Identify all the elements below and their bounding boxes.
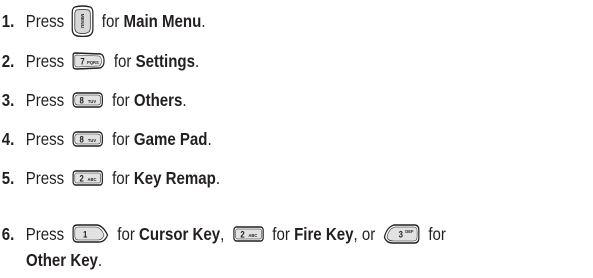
target-key-remap: Key Remap [133,168,216,188]
svg-text:2: 2 [80,173,85,184]
target-game-pad: Game Pad [133,129,208,149]
svg-text:TUV: TUV [88,138,96,143]
for-text: for [117,224,135,244]
for-text: for [428,224,446,244]
menu-key-label: MENU [80,14,85,29]
target-fire-key: Fire Key [294,224,354,244]
period: . [215,168,221,188]
period: . [182,90,187,110]
for-text: for [112,90,130,110]
for-text: for [101,11,120,32]
menu-key-icon: MENU [72,5,94,37]
svg-text:ABC: ABC [88,177,98,182]
instruction-list: 1. Press MENU for Main Menu. 2. Press 7 … [0,0,593,278]
key-1-icon: 1 [72,223,110,245]
period: . [97,250,103,270]
press-text: Press [25,90,65,110]
press-text: Press [25,129,65,149]
for-text: for [112,168,130,188]
for-text: for [113,51,132,71]
target-others: Others [133,90,183,110]
period: . [194,51,200,71]
press-text: Press [25,168,65,188]
svg-text:7: 7 [81,56,86,67]
svg-text:PQRS: PQRS [87,60,99,65]
press-text: Press [25,224,65,244]
step-number: 4. [1,129,15,149]
step-number: 1. [1,11,15,32]
period: . [207,129,212,149]
svg-text:ABC: ABC [248,233,258,238]
comma: , [220,224,225,244]
step-number: 5. [1,168,15,188]
svg-text:8: 8 [80,95,85,106]
step-number: 6. [1,224,15,244]
svg-text:DEF: DEF [405,229,413,234]
step-number: 2. [1,51,15,71]
target-cursor-key: Cursor Key [139,224,221,244]
step-3: 3. Press 8 TUV for Others. [0,90,510,110]
period: . [201,11,206,32]
key-2-icon: 2 ABC [232,225,265,243]
step-6-continuation: Other Key. [26,250,102,270]
svg-text:2: 2 [240,229,245,240]
target-other-key: Other Key [26,250,98,270]
for-text: for [272,224,290,244]
step-2: 2. Press 7 PQRS for Settings. [0,51,510,71]
svg-text:3: 3 [399,229,404,240]
step-6: 6. Press 1 for Cursor Key, 2 ABC for Fir… [0,224,510,246]
key-2-icon: 2 ABC [72,169,105,187]
key-8-icon: 8 TUV [72,91,105,109]
svg-text:1: 1 [83,229,88,240]
step-1: 1. Press MENU for Main Menu. [0,5,510,37]
key-3-icon: 3 DEF [383,222,421,246]
target-settings: Settings [135,51,195,71]
press-text: Press [25,11,65,32]
step-5: 5. Press 2 ABC for Key Remap. [0,168,510,188]
for-text: for [112,129,130,149]
target-main-menu: Main Menu [123,11,202,32]
svg-text:8: 8 [80,134,85,145]
or-text: , or [353,224,376,244]
key-8-icon: 8 TUV [72,130,105,148]
key-7-icon: 7 PQRS [72,51,106,71]
svg-text:TUV: TUV [88,99,96,104]
press-text: Press [25,51,65,71]
step-4: 4. Press 8 TUV for Game Pad. [0,129,510,149]
step-number: 3. [1,90,15,110]
